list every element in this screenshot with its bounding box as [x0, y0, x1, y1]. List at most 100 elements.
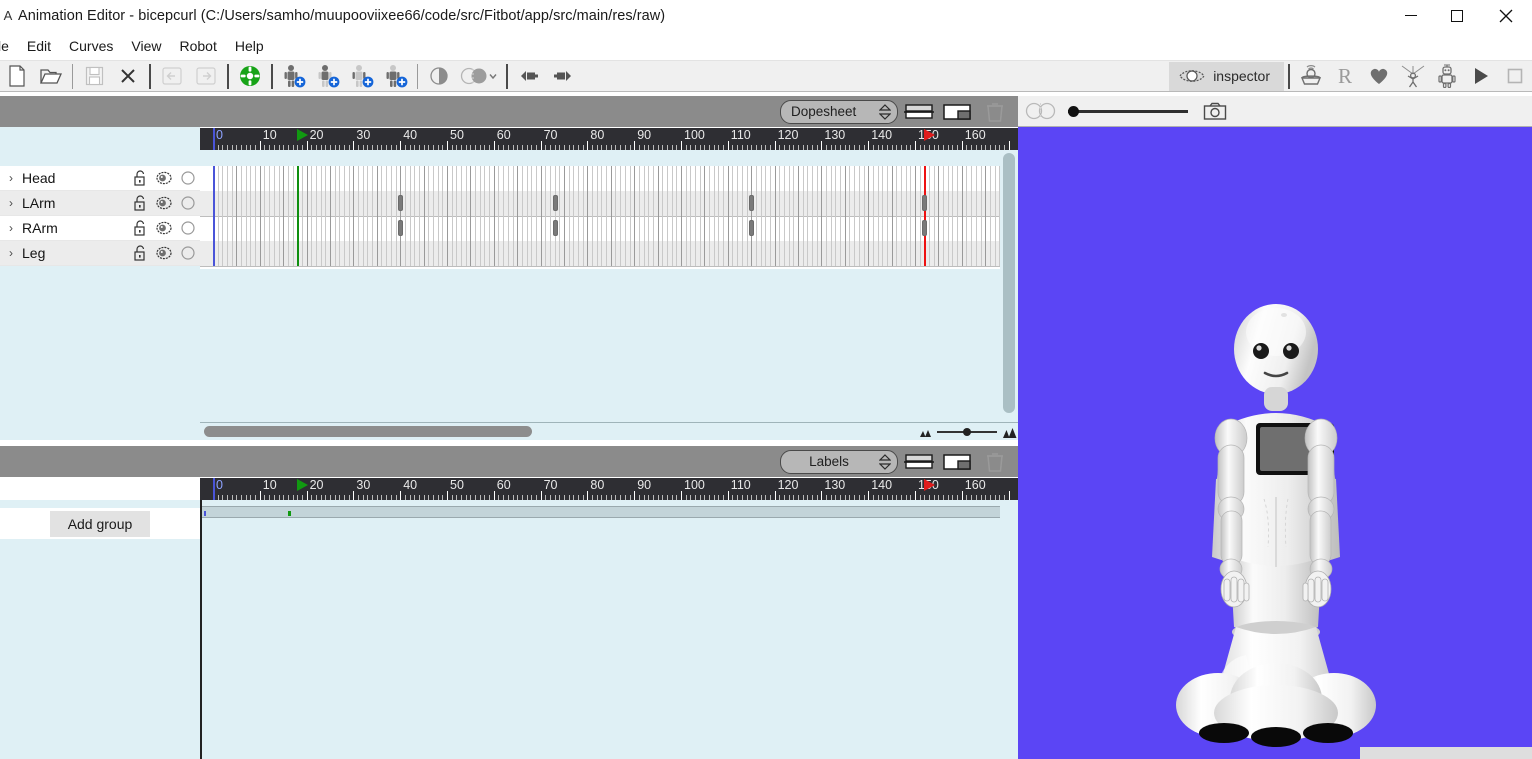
stop-icon[interactable]: [1498, 62, 1532, 91]
expand-chevron-icon[interactable]: ›: [0, 171, 22, 185]
keyframe-marker[interactable]: [398, 195, 404, 211]
close-x-icon[interactable]: [111, 62, 145, 91]
opacity-slider[interactable]: [1068, 105, 1188, 117]
maximize-button[interactable]: [1434, 0, 1480, 31]
add-keyframe-legs-icon[interactable]: [379, 62, 413, 91]
opacity-slider-knob[interactable]: [1068, 105, 1079, 117]
lock-icon[interactable]: [128, 245, 152, 261]
two-circles-icon[interactable]: [1024, 97, 1058, 126]
ruler-label: 70: [543, 478, 558, 492]
menu-item-file[interactable]: le: [0, 35, 18, 57]
mirror-icon[interactable]: [422, 62, 456, 91]
menu-item-edit[interactable]: Edit: [18, 35, 60, 57]
add-group-button[interactable]: Add group: [49, 510, 151, 537]
keyframe-marker[interactable]: [552, 195, 558, 211]
r-letter-icon[interactable]: R: [1328, 62, 1362, 91]
visibility-eye-icon[interactable]: [152, 246, 176, 260]
scrollbar-thumb[interactable]: [204, 426, 532, 437]
add-keyframe-full-body-icon[interactable]: [277, 62, 311, 91]
dopesheet-horizontal-scrollbar[interactable]: [200, 422, 918, 440]
start-marker-line[interactable]: [297, 166, 300, 266]
undo-icon[interactable]: [155, 62, 189, 91]
green-gear-icon[interactable]: [233, 62, 267, 91]
symmetry-dropdown-icon[interactable]: [456, 62, 502, 91]
stacked-rows-icon[interactable]: [902, 449, 936, 475]
close-button[interactable]: [1480, 0, 1532, 31]
split-view-icon[interactable]: [940, 449, 974, 475]
start-marker-flag-icon[interactable]: [297, 479, 309, 491]
record-toggle[interactable]: [176, 221, 200, 235]
robot-viewport[interactable]: [1018, 127, 1532, 759]
zoom-slider-knob[interactable]: [963, 428, 971, 436]
save-icon[interactable]: [77, 62, 111, 91]
redo-icon[interactable]: [189, 62, 223, 91]
end-marker-flag-icon[interactable]: [924, 479, 936, 491]
record-toggle[interactable]: [176, 196, 200, 210]
expand-chevron-icon[interactable]: ›: [0, 196, 22, 210]
track-row[interactable]: › Head: [0, 166, 200, 191]
scrollbar-thumb[interactable]: [1003, 153, 1015, 413]
track-row[interactable]: › Leg: [0, 241, 200, 266]
dopesheet-mode-select[interactable]: Dopesheet: [780, 99, 898, 124]
current-frame-marker[interactable]: [213, 478, 215, 500]
track-row[interactable]: › LArm: [0, 191, 200, 216]
dopesheet-ruler[interactable]: 0 10 20 30 40 50 60 70 80 90 100 110 120 130 140 150 160: [200, 128, 1018, 150]
frame-gridline: [957, 166, 959, 266]
visibility-eye-icon[interactable]: [152, 221, 176, 235]
inspector-button[interactable]: inspector: [1169, 61, 1284, 91]
lock-icon[interactable]: [128, 220, 152, 236]
visibility-eye-icon[interactable]: [152, 171, 176, 185]
prev-keyframe-icon[interactable]: [512, 62, 546, 91]
dopesheet-zoom-slider[interactable]: [918, 423, 1018, 441]
keyframe-marker[interactable]: [922, 195, 928, 211]
labels-ruler[interactable]: 0 10 20 30 40 50 60 70 80 90 100 110 120 130 140 150 160: [200, 478, 1018, 500]
lock-icon[interactable]: [128, 195, 152, 211]
end-marker-flag-icon[interactable]: [924, 129, 936, 141]
open-folder-icon[interactable]: [34, 62, 68, 91]
expand-chevron-icon[interactable]: ›: [0, 221, 22, 235]
minimize-button[interactable]: [1388, 0, 1434, 31]
keyframe-marker[interactable]: [749, 220, 755, 236]
ruler-tick: [821, 491, 823, 500]
current-frame-line[interactable]: [213, 166, 215, 266]
robot-figure-icon[interactable]: [1430, 62, 1464, 91]
track-row[interactable]: › RArm: [0, 216, 200, 241]
trash-icon[interactable]: [978, 99, 1012, 125]
add-keyframe-head-icon[interactable]: [311, 62, 345, 91]
labels-grid[interactable]: [200, 500, 1000, 759]
zoom-slider-track[interactable]: [937, 428, 997, 436]
dopesheet-vertical-scrollbar[interactable]: [1000, 150, 1018, 422]
robot-base-icon[interactable]: [1294, 62, 1328, 91]
expand-chevron-icon[interactable]: ›: [0, 246, 22, 260]
add-keyframe-arm-icon[interactable]: [345, 62, 379, 91]
labels-mode-select[interactable]: Labels: [780, 449, 898, 474]
trash-icon[interactable]: [978, 449, 1012, 475]
visibility-eye-icon[interactable]: [152, 196, 176, 210]
play-icon[interactable]: [1464, 62, 1498, 91]
next-keyframe-icon[interactable]: [546, 62, 580, 91]
keyframe-marker[interactable]: [749, 195, 755, 211]
record-toggle[interactable]: [176, 246, 200, 260]
ruler-tick: [774, 491, 776, 500]
current-frame-marker[interactable]: [213, 128, 215, 150]
keyframe-marker[interactable]: [922, 220, 928, 236]
labels-vertical-scrollbar[interactable]: [1000, 500, 1018, 759]
camera-icon[interactable]: [1198, 97, 1232, 126]
end-marker-line[interactable]: [924, 166, 927, 266]
lock-icon[interactable]: [128, 170, 152, 186]
stacked-rows-icon[interactable]: [902, 99, 936, 125]
marionette-icon[interactable]: [1396, 62, 1430, 91]
keyframe-marker[interactable]: [552, 220, 558, 236]
menu-item-curves[interactable]: Curves: [60, 35, 122, 57]
split-view-icon[interactable]: [940, 99, 974, 125]
keyframe-marker[interactable]: [398, 220, 404, 236]
menu-item-view[interactable]: View: [122, 35, 170, 57]
window-title: Animation Editor - bicepcurl (C:/Users/s…: [18, 7, 666, 24]
start-marker-flag-icon[interactable]: [297, 129, 309, 141]
labels-track-row[interactable]: [202, 506, 1000, 518]
menu-item-help[interactable]: Help: [226, 35, 273, 57]
menu-item-robot[interactable]: Robot: [170, 35, 225, 57]
new-file-icon[interactable]: [0, 62, 34, 91]
heart-icon[interactable]: [1362, 62, 1396, 91]
record-toggle[interactable]: [176, 171, 200, 185]
